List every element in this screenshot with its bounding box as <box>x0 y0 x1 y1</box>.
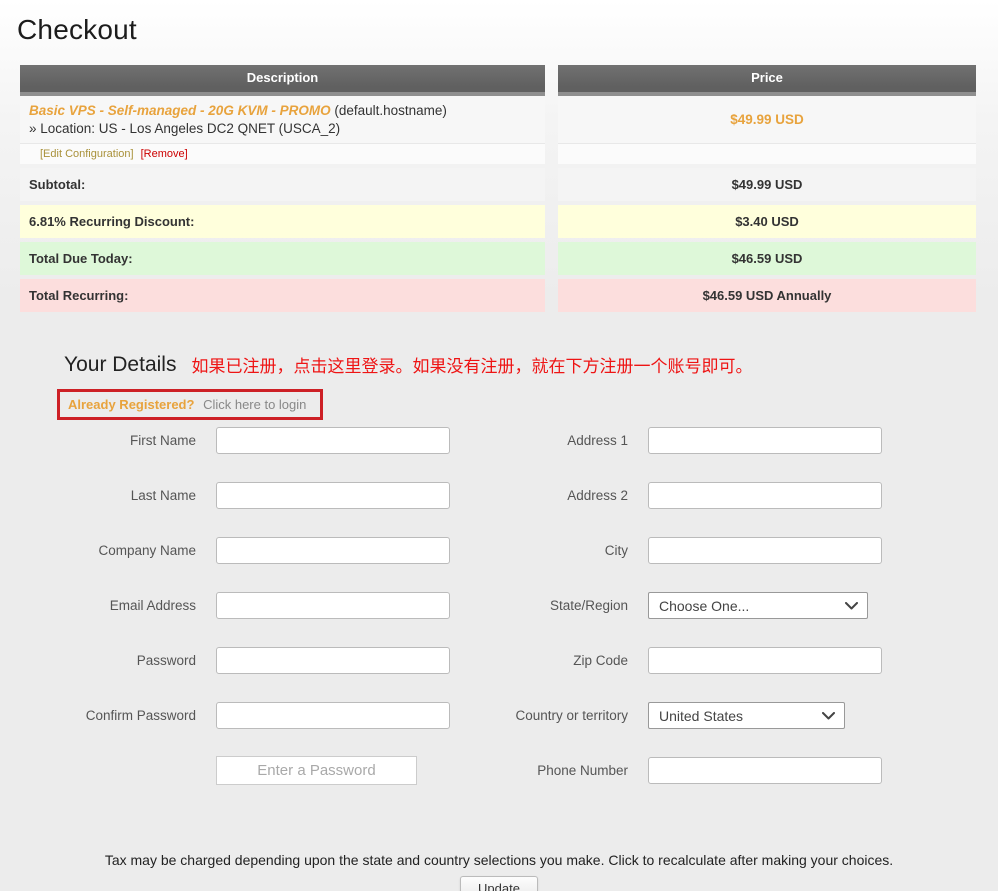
product-title-line: Basic VPS - Self-managed - 20G KVM - PRO… <box>29 103 545 118</box>
state-region-label: State/Region <box>470 598 628 613</box>
total-due-today-row: Total Due Today: $46.59 USD <box>20 242 976 275</box>
total-due-today-value: $46.59 USD <box>558 242 976 275</box>
form-row: Confirm Password <box>40 702 450 729</box>
country-selected-value: United States <box>659 708 743 724</box>
cart-item-options-row: [Edit Configuration] [Remove] <box>20 143 976 164</box>
cart-item-options: [Edit Configuration] [Remove] <box>20 143 545 164</box>
password-field[interactable] <box>216 647 450 674</box>
subtotal-value: $49.99 USD <box>558 168 976 201</box>
total-due-today-label: Total Due Today: <box>20 242 545 275</box>
your-details-header: Your Details 如果已注册，点击这里登录。如果没有注册，就在下方注册一… <box>64 352 998 377</box>
form-row: State/Region Choose One... <box>470 592 882 619</box>
first-name-field[interactable] <box>216 427 450 454</box>
cart-item-price: $49.99 USD <box>558 96 976 143</box>
total-recurring-label: Total Recurring: <box>20 279 545 312</box>
form-row: Password <box>40 647 450 674</box>
form-row: Company Name <box>40 537 450 564</box>
phone-number-field[interactable] <box>648 757 882 784</box>
page-title: Checkout <box>0 0 998 46</box>
phone-number-label: Phone Number <box>470 763 628 778</box>
zip-code-label: Zip Code <box>470 653 628 668</box>
email-field[interactable] <box>216 592 450 619</box>
city-label: City <box>470 543 628 558</box>
price-column-header: Price <box>558 65 976 96</box>
state-region-select[interactable]: Choose One... <box>648 592 868 619</box>
zip-code-field[interactable] <box>648 647 882 674</box>
description-column-header: Description <box>20 65 545 96</box>
form-row: City <box>470 537 882 564</box>
state-region-selected-value: Choose One... <box>659 598 749 614</box>
form-right-column: Address 1 Address 2 City State/Region Ch… <box>470 427 882 812</box>
form-row: First Name <box>40 427 450 454</box>
discount-label: 6.81% Recurring Discount: <box>20 205 545 238</box>
form-row: Last Name <box>40 482 450 509</box>
form-row: Enter a Password <box>40 757 450 784</box>
city-field[interactable] <box>648 537 882 564</box>
details-form: First Name Last Name Company Name Email … <box>40 427 998 812</box>
product-name: Basic VPS - Self-managed - 20G KVM - PRO… <box>29 103 331 118</box>
product-hostname: (default.hostname) <box>331 103 447 118</box>
tax-note: Tax may be charged depending upon the st… <box>0 852 998 868</box>
edit-configuration-link[interactable]: [Edit Configuration] <box>40 148 134 160</box>
click-here-to-login-link[interactable]: Click here to login <box>203 397 306 412</box>
company-name-label: Company Name <box>40 543 196 558</box>
cart-header-row: Description Price <box>20 65 976 96</box>
login-hint-cn: 如果已注册，点击这里登录。如果没有注册，就在下方注册一个账号即可。 <box>191 352 752 377</box>
email-address-label: Email Address <box>40 598 196 613</box>
last-name-label: Last Name <box>40 488 196 503</box>
country-label: Country or territory <box>470 708 628 723</box>
subtotal-row: Subtotal: $49.99 USD <box>20 168 976 201</box>
first-name-label: First Name <box>40 433 196 448</box>
discount-value: $3.40 USD <box>558 205 976 238</box>
address1-field[interactable] <box>648 427 882 454</box>
confirm-password-label: Confirm Password <box>40 708 196 723</box>
address2-field[interactable] <box>648 482 882 509</box>
cart-item-row: Basic VPS - Self-managed - 20G KVM - PRO… <box>20 96 976 143</box>
already-registered-label: Already Registered? <box>68 397 194 412</box>
country-select[interactable]: United States <box>648 702 845 729</box>
password-label: Password <box>40 653 196 668</box>
subtotal-label: Subtotal: <box>20 168 545 201</box>
total-recurring-row: Total Recurring: $46.59 USD Annually <box>20 279 976 312</box>
confirm-password-field[interactable] <box>216 702 450 729</box>
address1-label: Address 1 <box>470 433 628 448</box>
form-row: Zip Code <box>470 647 882 674</box>
form-row: Email Address <box>40 592 450 619</box>
remove-item-link[interactable]: [Remove] <box>141 148 188 160</box>
already-registered-box: Already Registered? Click here to login <box>57 389 323 420</box>
company-name-field[interactable] <box>216 537 450 564</box>
chevron-down-icon <box>845 602 858 610</box>
cart-item-options-spacer <box>558 143 976 164</box>
product-location: » Location: US - Los Angeles DC2 QNET (U… <box>29 121 545 136</box>
discount-row: 6.81% Recurring Discount: $3.40 USD <box>20 205 976 238</box>
cart-item-description: Basic VPS - Self-managed - 20G KVM - PRO… <box>20 96 545 143</box>
total-recurring-value: $46.59 USD Annually <box>558 279 976 312</box>
form-row: Address 1 <box>470 427 882 454</box>
form-row: Country or territory United States <box>470 702 882 729</box>
password-strength-box: Enter a Password <box>216 756 417 785</box>
cart-table: Description Price Basic VPS - Self-manag… <box>20 65 976 312</box>
update-button[interactable]: Update <box>460 876 538 891</box>
form-row: Address 2 <box>470 482 882 509</box>
address2-label: Address 2 <box>470 488 628 503</box>
form-left-column: First Name Last Name Company Name Email … <box>40 427 450 812</box>
form-row: Phone Number <box>470 757 882 784</box>
chevron-down-icon <box>822 712 835 720</box>
last-name-field[interactable] <box>216 482 450 509</box>
your-details-title: Your Details <box>64 353 176 377</box>
